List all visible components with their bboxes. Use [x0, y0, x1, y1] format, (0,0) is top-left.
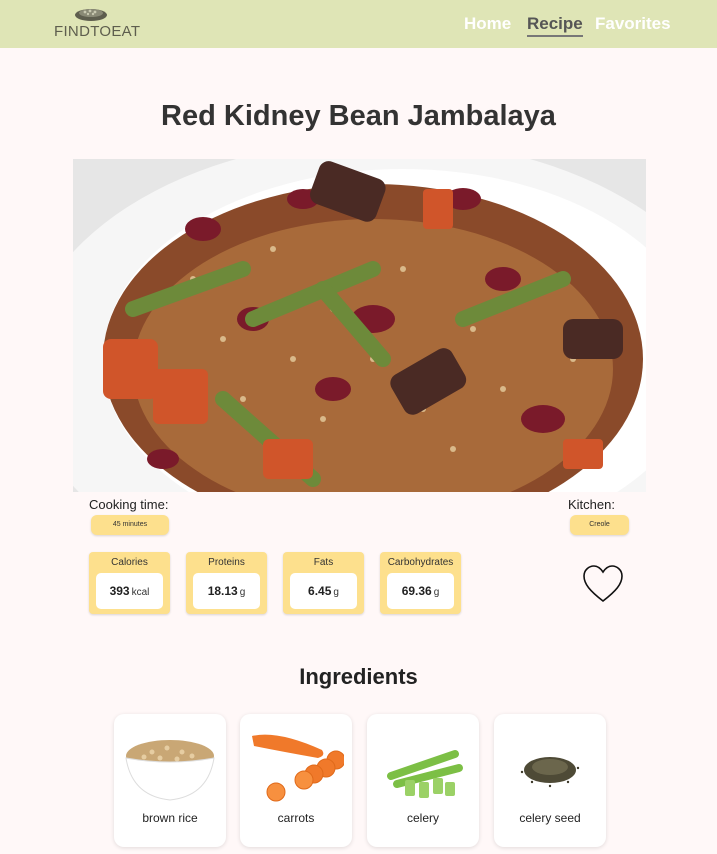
nutrition-card-carbohydrates: Carbohydrates 69.36 g [380, 552, 461, 614]
nav-link-favorites[interactable]: Favorites [595, 14, 671, 34]
nutrition-name: Proteins [208, 557, 245, 568]
favorite-heart-icon[interactable] [582, 564, 624, 604]
celery-seed-image [520, 757, 580, 788]
nutrition-value: 6.45 [308, 584, 332, 598]
nutrition-name: Calories [111, 557, 148, 568]
nutrition-value-box: 393 kcal [96, 573, 163, 609]
nutrition-name: Fats [313, 557, 334, 568]
nutrition-value: 18.13 [207, 584, 238, 598]
brown-rice-image [125, 740, 215, 801]
carrots-image [252, 734, 344, 802]
nutrition-name: Carbohydrates [387, 557, 454, 568]
ingredient-name: celery seed [519, 811, 581, 825]
ingredient-card-celery[interactable]: celery [367, 714, 479, 847]
nutrition-card-proteins: Proteins 18.13 g [186, 552, 267, 614]
nutrition-value-box: 6.45 g [290, 573, 357, 609]
nutrition-unit: g [333, 587, 339, 598]
kitchen-label: Kitchen: [568, 497, 615, 512]
ingredient-name: carrots [277, 811, 315, 825]
nutrition-unit: g [433, 587, 440, 598]
navbar: FINDTOEAT Home Recipe Favorites [0, 0, 717, 48]
recipe-title: Red Kidney Bean Jambalaya [161, 100, 556, 132]
recipe-image [73, 159, 646, 492]
nutrition-value: 69.36 [401, 584, 432, 598]
celery-image [387, 750, 463, 798]
kitchen-badge: Creole [570, 515, 629, 535]
logo-text: FINDTOEAT [54, 23, 141, 40]
nav-link-home[interactable]: Home [464, 14, 511, 34]
bowl-logo-icon [75, 9, 107, 21]
ingredients-title: Ingredients [299, 664, 418, 689]
cooking-time-label: Cooking time: [89, 497, 169, 512]
ingredient-card-celery-seed[interactable]: celery seed [494, 714, 606, 847]
ingredient-card-brown-rice[interactable]: brown rice [114, 714, 226, 847]
logo[interactable]: FINDTOEAT [54, 6, 140, 42]
cooking-time-badge: 45 minutes [91, 515, 169, 535]
nutrition-value-box: 69.36 g [387, 573, 454, 609]
nutrition-unit: g [239, 587, 246, 598]
nutrition-card-fats: Fats 6.45 g [283, 552, 364, 614]
ingredient-card-carrots[interactable]: carrots [240, 714, 352, 847]
nav-link-recipe[interactable]: Recipe [527, 14, 583, 37]
ingredient-name: brown rice [142, 811, 198, 825]
ingredient-name: celery [406, 811, 439, 825]
nutrition-value-box: 18.13 g [193, 573, 260, 609]
nutrition-value: 393 [109, 584, 130, 598]
nutrition-unit: kcal [131, 587, 150, 598]
nutrition-card-calories: Calories 393 kcal [89, 552, 170, 614]
